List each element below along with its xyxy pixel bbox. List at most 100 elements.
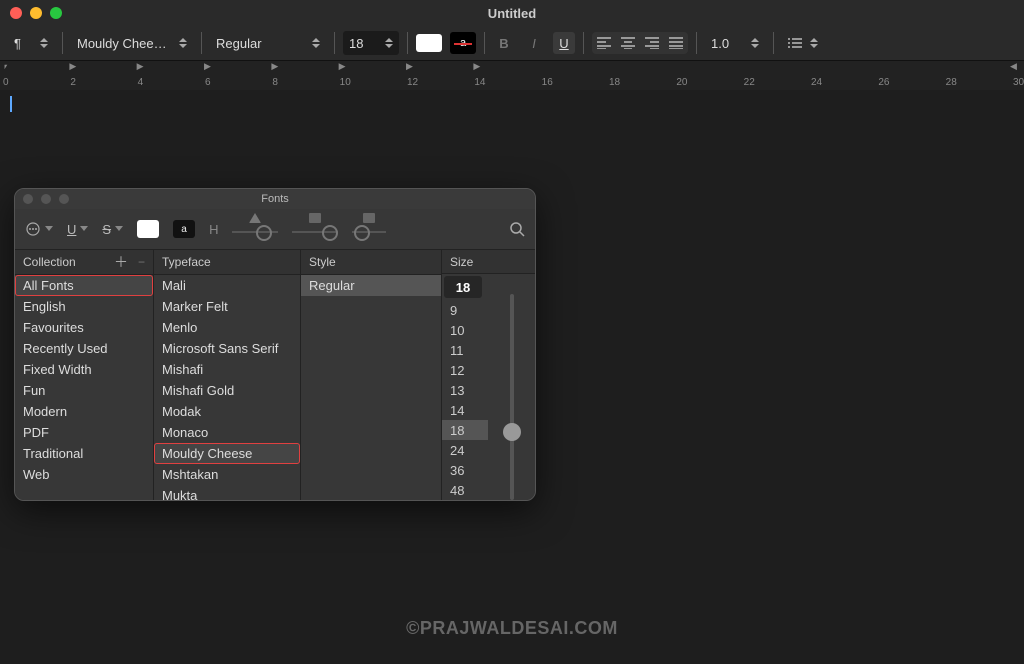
tab-marker[interactable]: ▶ [204, 61, 211, 72]
separator [484, 32, 485, 54]
ruler-tick: 10 [340, 77, 351, 88]
text-color-swatch[interactable] [416, 34, 442, 52]
ruler-tick: 6 [205, 77, 211, 88]
size-list[interactable]: 18 9101112131418243648 [442, 274, 488, 500]
collection-header-label: Collection [23, 255, 76, 269]
typeface-item[interactable]: Microsoft Sans Serif [154, 338, 300, 359]
strike-color-button[interactable]: a [450, 32, 476, 54]
tab-marker[interactable]: ▶ [69, 61, 76, 72]
collection-item[interactable]: Favourites [15, 317, 153, 338]
size-option[interactable]: 18 [442, 420, 488, 440]
panel-maximize-button[interactable] [59, 194, 69, 204]
collection-item[interactable]: Modern [15, 401, 153, 422]
size-option[interactable]: 12 [442, 360, 488, 380]
align-right-button[interactable] [640, 32, 664, 54]
search-button[interactable] [509, 221, 525, 237]
stepper-icon [179, 37, 187, 49]
chevron-down-icon [80, 226, 88, 232]
shadow-offset-slider[interactable] [352, 217, 386, 241]
size-option[interactable]: 48 [442, 480, 488, 500]
font-family-select[interactable]: Mouldy Chee… [71, 31, 193, 55]
right-indent-marker[interactable]: ◀ [1010, 61, 1017, 72]
panel-traffic-lights [23, 194, 69, 204]
italic-button[interactable]: I [523, 32, 545, 54]
typeface-item[interactable]: Mouldy Cheese [154, 443, 300, 464]
list-style-select[interactable] [782, 31, 824, 55]
fonts-panel[interactable]: Fonts U S a H Collection ＋ − [14, 188, 536, 501]
style-list[interactable]: Regular [301, 275, 441, 500]
paragraph-menu[interactable]: ¶ [8, 31, 54, 55]
stepper-icon [751, 37, 759, 49]
bold-button[interactable]: B [493, 32, 515, 54]
size-option[interactable]: 36 [442, 460, 488, 480]
dots-circle-icon [25, 221, 41, 237]
style-item[interactable]: Regular [301, 275, 441, 296]
typeface-list[interactable]: MaliMarker FeltMenloMicrosoft Sans Serif… [154, 275, 300, 500]
shadow-opacity-slider[interactable] [232, 217, 278, 241]
fonts-actions-menu[interactable] [25, 221, 53, 237]
minimize-button[interactable] [30, 7, 42, 19]
add-collection-button[interactable]: ＋ [114, 252, 128, 272]
align-left-button[interactable] [592, 32, 616, 54]
traffic-lights [10, 7, 62, 19]
strikethrough-menu[interactable]: S [102, 222, 123, 237]
window-title: Untitled [488, 6, 536, 21]
remove-collection-button[interactable]: − [138, 255, 145, 269]
ruler-tick: 14 [474, 77, 485, 88]
typeface-item[interactable]: Mshtakan [154, 464, 300, 485]
font-family-value: Mouldy Chee… [77, 36, 167, 51]
collection-list[interactable]: All FontsEnglishFavouritesRecently UsedF… [15, 275, 153, 500]
size-option[interactable]: 10 [442, 320, 488, 340]
font-size-field[interactable]: 18 [343, 31, 399, 55]
typeface-item[interactable]: Monaco [154, 422, 300, 443]
typeface-item[interactable]: Modak [154, 401, 300, 422]
size-option[interactable]: 9 [442, 300, 488, 320]
collection-item[interactable]: All Fonts [15, 275, 153, 296]
collection-item[interactable]: Traditional [15, 443, 153, 464]
text-color-swatch[interactable] [137, 220, 159, 238]
document-color-swatch[interactable]: a [173, 220, 195, 238]
panel-minimize-button[interactable] [41, 194, 51, 204]
tab-marker[interactable]: ▶ [473, 61, 480, 72]
tab-marker[interactable]: ▶ [271, 61, 278, 72]
panel-close-button[interactable] [23, 194, 33, 204]
typography-button[interactable]: H [209, 222, 218, 237]
typeface-item[interactable]: Marker Felt [154, 296, 300, 317]
size-option[interactable]: 14 [442, 400, 488, 420]
size-option[interactable]: 11 [442, 340, 488, 360]
collection-item[interactable]: Recently Used [15, 338, 153, 359]
typeface-item[interactable]: Mukta [154, 485, 300, 500]
underline-menu[interactable]: U [67, 222, 88, 237]
close-button[interactable] [10, 7, 22, 19]
left-indent-marker[interactable]: ⎖ [2, 61, 9, 72]
slider-knob[interactable] [503, 423, 521, 441]
tab-marker[interactable]: ▶ [339, 61, 346, 72]
size-option[interactable]: 24 [442, 440, 488, 460]
typeface-item[interactable]: Mishafi [154, 359, 300, 380]
formatting-toolbar: ¶ Mouldy Chee… Regular 18 a B I U 1.0 [0, 26, 1024, 61]
tab-marker[interactable]: ▶ [406, 61, 413, 72]
size-option[interactable]: 13 [442, 380, 488, 400]
size-slider[interactable] [488, 274, 535, 500]
line-spacing-select[interactable]: 1.0 [705, 31, 765, 55]
underline-button[interactable]: U [553, 32, 575, 54]
typeface-item[interactable]: Mishafi Gold [154, 380, 300, 401]
align-justify-button[interactable] [664, 32, 688, 54]
ruler[interactable]: 0▶2▶4▶6▶8▶10▶12▶141618202224262830◀⎖ [0, 61, 1024, 92]
typeface-item[interactable]: Mali [154, 275, 300, 296]
font-style-select[interactable]: Regular [210, 31, 326, 55]
ruler-tick: 12 [407, 77, 418, 88]
maximize-button[interactable] [50, 7, 62, 19]
collection-item[interactable]: Fixed Width [15, 359, 153, 380]
size-input[interactable]: 18 [444, 276, 482, 298]
collection-item[interactable]: Web [15, 464, 153, 485]
typeface-item[interactable]: Menlo [154, 317, 300, 338]
collection-item[interactable]: Fun [15, 380, 153, 401]
shadow-blur-slider[interactable] [292, 217, 338, 241]
collection-item[interactable]: English [15, 296, 153, 317]
align-center-button[interactable] [616, 32, 640, 54]
fonts-panel-titlebar[interactable]: Fonts [15, 189, 535, 209]
tab-marker[interactable]: ▶ [137, 61, 144, 72]
collection-item[interactable]: PDF [15, 422, 153, 443]
size-header: Size [442, 250, 535, 274]
